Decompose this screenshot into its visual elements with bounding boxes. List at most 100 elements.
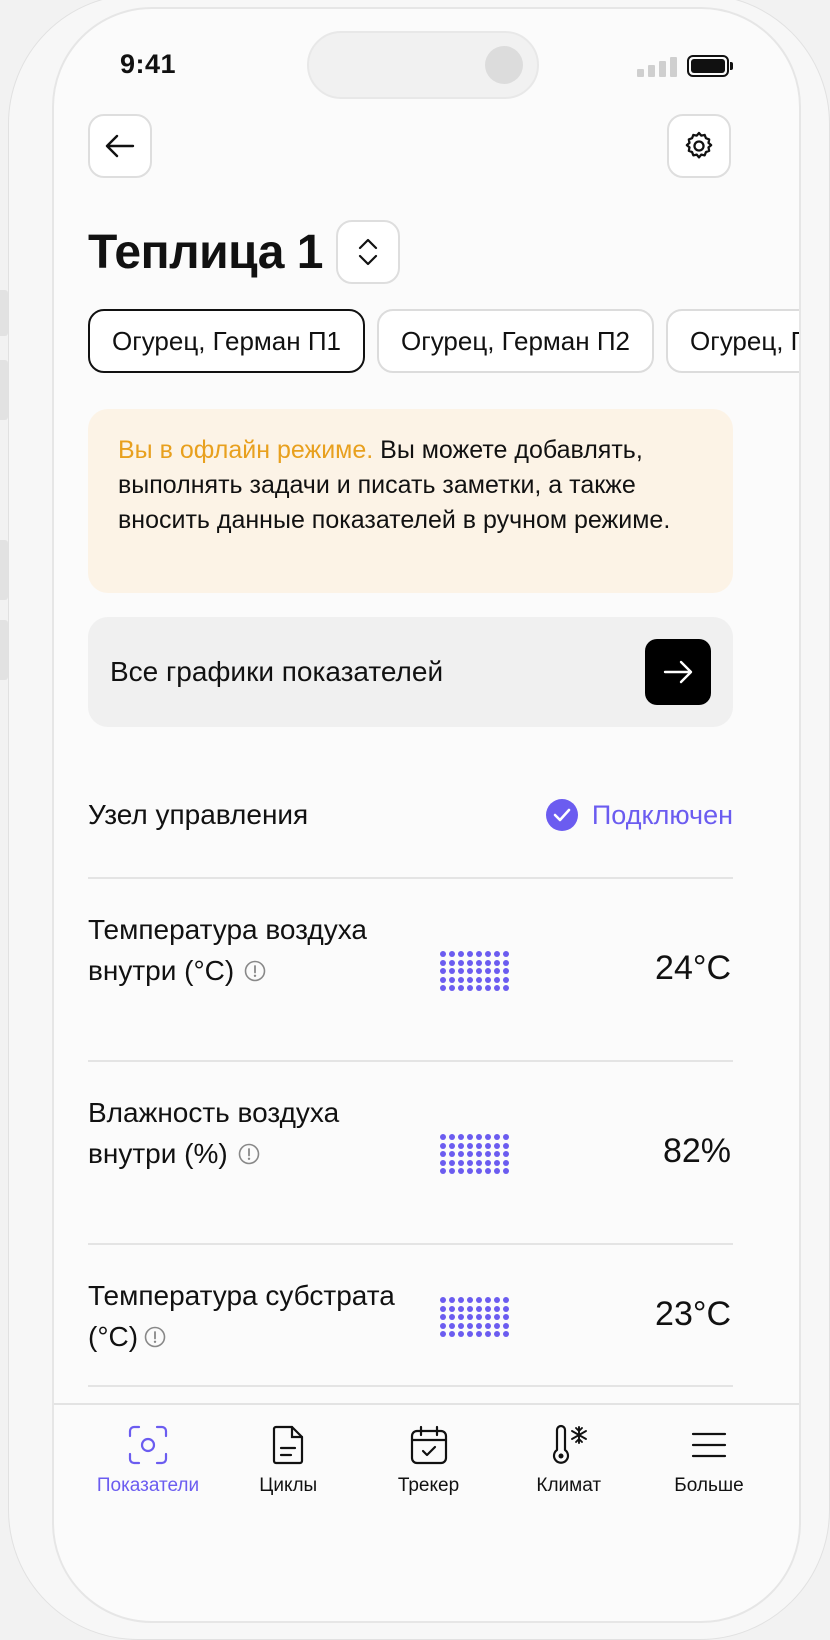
- dot: [503, 1331, 509, 1337]
- dot: [485, 1142, 491, 1149]
- metric-value-air-humidity: 82%: [662, 1132, 731, 1170]
- dot: [449, 1151, 455, 1157]
- dot: [467, 1134, 473, 1140]
- dot: [458, 1305, 464, 1312]
- dot: [485, 985, 491, 991]
- tab-indicators[interactable]: Показатели: [84, 1423, 212, 1497]
- dot: [440, 1151, 446, 1157]
- control-node-label: Узел управления: [88, 799, 309, 830]
- dot: [449, 1168, 455, 1174]
- dot: [467, 968, 473, 974]
- dot: [440, 968, 446, 974]
- side-button: [0, 540, 8, 600]
- status-time: 9:41: [120, 49, 177, 79]
- dot: [503, 1134, 509, 1140]
- dot: [494, 1314, 500, 1320]
- dot: [476, 1168, 482, 1174]
- signal-icon: [637, 57, 677, 77]
- phone-frame: 9:41 Теплица 1 Огурец, Герман П1 Огурец,…: [8, 0, 830, 1640]
- tab-tracker[interactable]: Трекер: [365, 1423, 493, 1497]
- chip-crop-1[interactable]: Огурец, Герман П1: [88, 309, 365, 373]
- dot: [449, 1159, 455, 1166]
- tab-more[interactable]: Больше: [645, 1423, 773, 1497]
- divider: [88, 877, 733, 879]
- dot: [458, 1134, 464, 1140]
- dot: [476, 1314, 482, 1320]
- info-icon[interactable]: [144, 1326, 166, 1348]
- dot: [494, 959, 500, 966]
- dot: [503, 1305, 509, 1312]
- dot: [503, 1297, 509, 1303]
- greenhouse-switcher-button[interactable]: [336, 220, 400, 284]
- dot: [476, 976, 482, 983]
- battery-icon: [687, 55, 729, 77]
- tab-cycles[interactable]: Циклы: [224, 1423, 352, 1497]
- dot: [485, 1151, 491, 1157]
- dot: [485, 1331, 491, 1337]
- arrow-right-icon: [663, 660, 693, 684]
- dot: [467, 1305, 473, 1312]
- info-icon[interactable]: [238, 1143, 260, 1165]
- dot: [449, 1142, 455, 1149]
- dot: [449, 1134, 455, 1140]
- dot: [440, 1331, 446, 1337]
- dot: [467, 1151, 473, 1157]
- dot: [503, 1142, 509, 1149]
- dot: [485, 959, 491, 966]
- all-charts-label: Все графики показателей: [110, 656, 444, 687]
- dynamic-island: [307, 31, 539, 99]
- dot: [467, 1159, 473, 1166]
- battery-cap: [730, 62, 733, 70]
- dot: [485, 1159, 491, 1166]
- all-charts-arrow-button[interactable]: [645, 639, 711, 705]
- dot: [503, 985, 509, 991]
- arrow-left-icon: [105, 134, 135, 158]
- dot: [494, 1305, 500, 1312]
- dot: [503, 951, 509, 957]
- dot: [440, 985, 446, 991]
- dot: [458, 985, 464, 991]
- dot: [440, 1305, 446, 1312]
- metric-value-substrate-temperature: 23°C: [655, 1295, 731, 1333]
- dot: [476, 1322, 482, 1329]
- tab-indicators-label: Показатели: [96, 1475, 200, 1496]
- dot: [458, 1159, 464, 1166]
- dot: [494, 1159, 500, 1166]
- document-icon: [273, 1425, 304, 1465]
- all-charts-link[interactable]: Все графики показателей: [88, 617, 733, 727]
- dot: [485, 1134, 491, 1140]
- side-button: [0, 360, 8, 420]
- dot: [494, 968, 500, 974]
- dot: [476, 951, 482, 957]
- sparkline-placeholder[interactable]: [440, 951, 509, 991]
- metric-label-air-humidity: Влажность воздуха внутри (%): [88, 1097, 340, 1169]
- info-icon[interactable]: [244, 960, 266, 982]
- dot: [485, 1314, 491, 1320]
- dot: [458, 951, 464, 957]
- indicators-icon: [128, 1425, 168, 1465]
- phone-screen: 9:41 Теплица 1 Огурец, Герман П1 Огурец,…: [52, 7, 801, 1623]
- chip-crop-2[interactable]: Огурец, Герман П2: [377, 309, 654, 373]
- dot: [494, 951, 500, 957]
- dot: [440, 1134, 446, 1140]
- chip-crop-3[interactable]: Огурец, Герман П3: [666, 309, 799, 373]
- dot: [440, 951, 446, 957]
- settings-button[interactable]: [667, 114, 731, 178]
- tab-climate[interactable]: Климат: [505, 1423, 633, 1497]
- sparkline-placeholder[interactable]: [440, 1134, 509, 1174]
- back-button[interactable]: [88, 114, 152, 178]
- divider: [88, 1243, 733, 1245]
- tab-climate-label: Климат: [536, 1475, 602, 1496]
- dot: [503, 1314, 509, 1320]
- dot: [458, 1168, 464, 1174]
- dot: [458, 1297, 464, 1303]
- tab-bar-divider: [54, 1403, 799, 1405]
- control-node-status-text: Подключен: [591, 799, 733, 830]
- menu-icon: [691, 1432, 727, 1458]
- dot: [467, 951, 473, 957]
- sparkline-placeholder[interactable]: [440, 1297, 509, 1337]
- dot: [440, 1322, 446, 1329]
- gear-icon: [685, 131, 713, 159]
- control-node-row: Узел управления Подключен: [88, 795, 733, 835]
- dot: [467, 1297, 473, 1303]
